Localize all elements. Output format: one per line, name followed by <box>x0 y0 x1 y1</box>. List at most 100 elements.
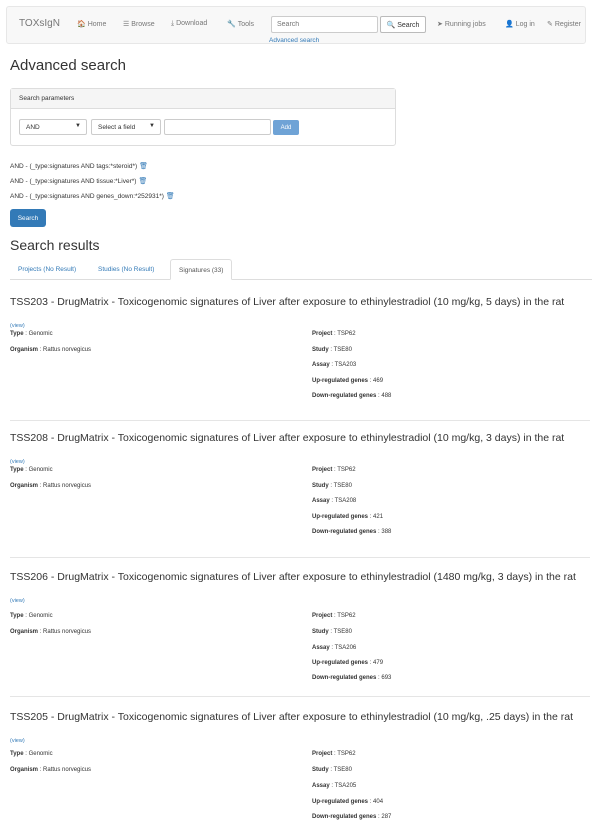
caret-down-icon: ▼ <box>149 123 155 129</box>
nav-register[interactable]: ✎ Register <box>547 20 581 28</box>
value-input[interactable] <box>164 119 271 135</box>
advanced-search-link[interactable]: Advanced search <box>269 37 319 44</box>
search-input[interactable] <box>271 16 378 33</box>
result-up-genes: Up-regulated genes : 421 <box>312 514 384 520</box>
organism-label: Organism <box>10 767 39 773</box>
field-value: Select a field <box>98 124 136 131</box>
result-down-genes: Down-regulated genes : 488 <box>312 393 392 399</box>
user-icon: 👤 <box>505 21 514 28</box>
result-tabs: Projects (No Result) Studies (No Result)… <box>10 259 592 280</box>
type-label: Type <box>10 613 24 619</box>
result-title: TSS205 - DrugMatrix - Toxicogenomic sign… <box>10 711 573 723</box>
result-title: TSS206 - DrugMatrix - Toxicogenomic sign… <box>10 571 576 583</box>
project-label: Project <box>312 751 333 757</box>
divider <box>10 557 590 558</box>
view-link[interactable]: (view) <box>10 598 25 604</box>
down-value: 488 <box>381 393 392 399</box>
operator-select[interactable]: AND ▼ <box>19 119 87 135</box>
add-button[interactable]: Add <box>273 120 299 135</box>
results-title: Search results <box>10 237 100 253</box>
up-value: 421 <box>373 514 384 520</box>
send-icon: ➤ <box>437 21 443 28</box>
search-button[interactable]: 🔍 Search <box>380 16 426 33</box>
navbar: TOXsIgN 🏠Home ☰Browse ⤓Download 🔧Tools 🔍… <box>6 6 586 44</box>
assay-label: Assay <box>312 783 330 789</box>
result-study: Study : TSE80 <box>312 483 352 489</box>
project-label: Project <box>312 467 333 473</box>
down-value: 388 <box>381 529 392 535</box>
result-assay: Assay : TSA208 <box>312 498 357 504</box>
type-label: Type <box>10 467 24 473</box>
result-title: TSS203 - DrugMatrix - Toxicogenomic sign… <box>10 296 565 308</box>
nav-tools[interactable]: 🔧 Tools <box>227 20 254 28</box>
nav-browse-label: Browse <box>131 21 155 28</box>
panel-heading: Search parameters <box>11 89 395 109</box>
operator-value: AND <box>26 124 40 131</box>
pencil-icon: ✎ <box>547 21 553 28</box>
query-row: AND - (_type:signatures AND tags:*steroi… <box>10 162 148 170</box>
assay-value: TSA206 <box>334 645 357 651</box>
result-type: Type : Genomic <box>10 613 53 619</box>
nav-home[interactable]: 🏠 Home <box>77 20 106 28</box>
download-icon: ⤓ <box>171 20 175 27</box>
list-icon: ☰ <box>123 21 130 28</box>
trash-icon[interactable]: 🗑 <box>166 193 175 200</box>
down-value: 693 <box>381 675 392 681</box>
project-value: TSP62 <box>337 751 356 757</box>
nav-tools-label: Tools <box>237 21 255 28</box>
result-organism: Organism : Rattus norvegicus <box>10 483 92 489</box>
up-label: Up-regulated genes <box>312 514 369 520</box>
type-value: Genomic <box>28 751 53 757</box>
trash-icon[interactable]: 🗑 <box>139 163 148 170</box>
project-value: TSP62 <box>337 331 356 337</box>
search-icon: 🔍 <box>386 21 396 29</box>
query-row: AND - (_type:signatures AND genes_down:*… <box>10 192 175 200</box>
caret-down-icon: ▼ <box>75 123 81 129</box>
assay-label: Assay <box>312 498 330 504</box>
divider <box>10 696 590 697</box>
organism-value: Rattus norvegicus <box>43 629 92 635</box>
tab-projects[interactable]: Projects (No Result) <box>10 259 84 280</box>
project-value: TSP62 <box>337 467 356 473</box>
result-down-genes: Down-regulated genes : 388 <box>312 529 392 535</box>
study-value: TSE80 <box>333 483 352 489</box>
query-text: AND - (_type:signatures AND tags:*steroi… <box>10 163 138 170</box>
study-value: TSE80 <box>333 347 352 353</box>
nav-running-jobs[interactable]: ➤ Running jobs <box>437 20 486 28</box>
query-text: AND - (_type:signatures AND genes_down:*… <box>10 193 164 200</box>
organism-value: Rattus norvegicus <box>43 767 92 773</box>
brand-logo[interactable]: TOXsIgN <box>19 18 60 29</box>
field-select[interactable]: Select a field ▼ <box>91 119 161 135</box>
page-title: Advanced search <box>10 57 126 74</box>
result-up-genes: Up-regulated genes : 479 <box>312 660 384 666</box>
tab-signatures[interactable]: Signatures (33) <box>170 259 233 280</box>
nav-download[interactable]: ⤓ Download <box>171 20 207 28</box>
up-value: 479 <box>373 660 384 666</box>
organism-value: Rattus norvegicus <box>43 483 92 489</box>
result-organism: Organism : Rattus norvegicus <box>10 767 92 773</box>
tab-studies[interactable]: Studies (No Result) <box>90 259 162 280</box>
up-label: Up-regulated genes <box>312 799 369 805</box>
nav-browse[interactable]: ☰ Browse <box>123 20 155 28</box>
run-search-button[interactable]: Search <box>10 209 46 227</box>
nav-running-jobs-label: Running jobs <box>444 21 486 28</box>
up-value: 469 <box>373 378 384 384</box>
project-label: Project <box>312 613 333 619</box>
query-row: AND - (_type:signatures AND tissue:*Live… <box>10 177 147 185</box>
nav-login-label: Log in <box>515 21 535 28</box>
up-label: Up-regulated genes <box>312 378 369 384</box>
organism-value: Rattus norvegicus <box>43 347 92 353</box>
study-label: Study <box>312 767 329 773</box>
view-link[interactable]: (view) <box>10 323 25 329</box>
result-project: Project : TSP62 <box>312 331 356 337</box>
view-link[interactable]: (view) <box>10 738 25 744</box>
trash-icon[interactable]: 🗑 <box>138 178 147 185</box>
nav-login[interactable]: 👤 Log in <box>505 20 535 28</box>
result-project: Project : TSP62 <box>312 467 356 473</box>
type-value: Genomic <box>28 613 53 619</box>
wrench-icon: 🔧 <box>227 21 236 28</box>
down-label: Down-regulated genes <box>312 529 377 535</box>
result-down-genes: Down-regulated genes : 287 <box>312 814 392 820</box>
view-link[interactable]: (view) <box>10 459 25 465</box>
up-value: 404 <box>373 799 384 805</box>
